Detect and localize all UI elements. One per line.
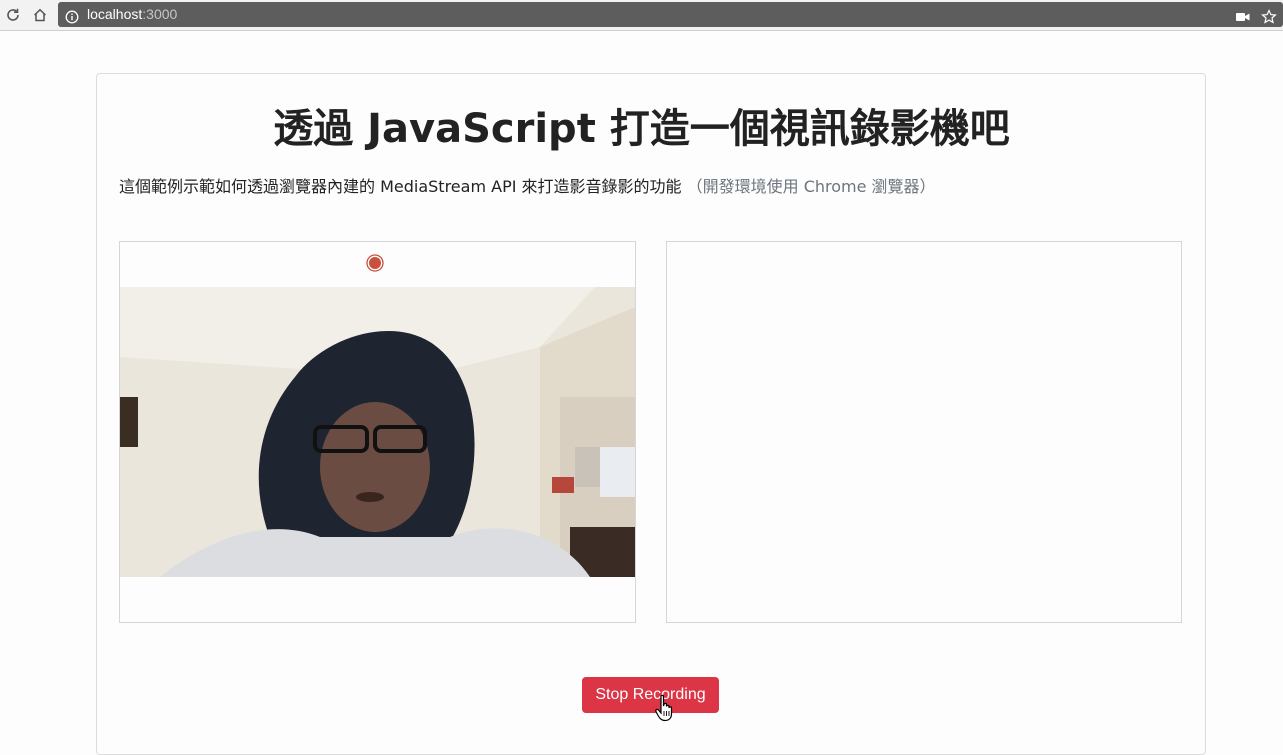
- live-video: [120, 287, 635, 577]
- browser-toolbar: localhost:3000: [0, 0, 1283, 31]
- url-text: localhost:3000: [87, 6, 177, 22]
- camera-icon[interactable]: [1234, 8, 1252, 26]
- live-preview-panel: [119, 241, 636, 623]
- url-host: localhost: [87, 6, 143, 22]
- page-title: 透過 JavaScript 打造一個視訊錄影機吧: [273, 106, 1010, 152]
- url-port: :3000: [142, 6, 178, 22]
- recorded-video-panel: [666, 241, 1182, 623]
- description-text: 這個範例示範如何透過瀏覽器內建的 MediaStream API 來打造影音錄影…: [119, 177, 682, 196]
- page-description: 這個範例示範如何透過瀏覽器內建的 MediaStream API 來打造影音錄影…: [119, 173, 936, 197]
- info-icon[interactable]: [63, 8, 81, 26]
- address-bar[interactable]: [58, 2, 1283, 27]
- star-icon[interactable]: [1260, 8, 1278, 26]
- stop-recording-button[interactable]: Stop Recording: [582, 677, 719, 713]
- recording-indicator-icon: [366, 254, 384, 272]
- webcam-frame: [120, 287, 635, 577]
- reload-icon[interactable]: [3, 5, 23, 25]
- hand-pointer-icon: [655, 694, 673, 722]
- home-icon[interactable]: [30, 5, 50, 25]
- description-note: （開發環境使用 Chrome 瀏覽器）: [686, 177, 936, 196]
